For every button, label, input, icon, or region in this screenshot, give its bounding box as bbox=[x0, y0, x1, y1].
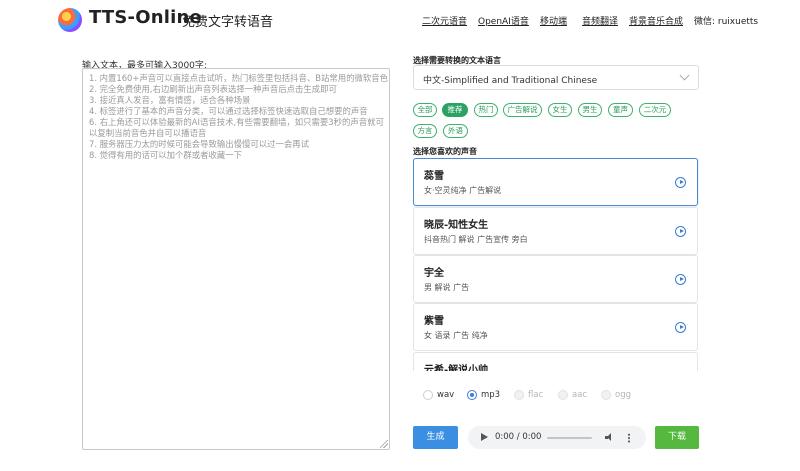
tag-ad-narration[interactable]: 广告解说 bbox=[503, 103, 542, 117]
voice-tags: 男 解说 广告 bbox=[424, 283, 470, 292]
format-radio-aac[interactable] bbox=[558, 390, 568, 400]
format-label-aac: aac bbox=[572, 390, 588, 400]
language-selected-value: 中文-Simplified and Traditional Chinese bbox=[423, 76, 598, 86]
nav-bgm-synthesis[interactable]: 背景音乐合成 bbox=[629, 14, 683, 27]
placeholder-line: 6. 右上角还可以体验最新的AI语音技术,有些需要翻墙，如只需要3秒的声音就可 bbox=[89, 117, 384, 127]
voice-card[interactable]: 云希-解说小帅 bbox=[413, 352, 698, 371]
tag-dialect[interactable]: 方言 bbox=[413, 124, 437, 138]
format-label-wav: wav bbox=[437, 390, 455, 400]
tag-child[interactable]: 童声 bbox=[608, 103, 633, 117]
download-button[interactable]: 下载 bbox=[655, 426, 699, 449]
nav-openai-voice[interactable]: OpenAI语音 bbox=[478, 14, 529, 27]
voice-card[interactable]: 宇全 男 解说 广告 bbox=[413, 255, 698, 303]
voice-name: 宇全 bbox=[424, 268, 444, 279]
audio-time: 0:00 / 0:00 bbox=[495, 432, 542, 442]
format-radio-wav[interactable] bbox=[423, 390, 433, 400]
placeholder-line: 2. 完全免费使用,右边刷新出声音列表选择一种声音后点击生成即可 bbox=[89, 84, 337, 94]
placeholder-line: 以复制当前音色并自可以播语音 bbox=[89, 128, 207, 138]
header: TTS-Online 免费文字转语音 二次元语音 OpenAI语音 移动端 音频… bbox=[0, 0, 800, 40]
audio-play-icon[interactable] bbox=[481, 433, 488, 441]
format-label-mp3: mp3 bbox=[481, 390, 501, 400]
nav-mobile[interactable]: 移动端 bbox=[540, 14, 567, 27]
voice-section-title: 选择您喜欢的声音 bbox=[413, 147, 477, 156]
generate-button[interactable]: 生成 bbox=[413, 426, 458, 449]
placeholder-line: 3. 接近真人发音，富有情感，适合各种场景 bbox=[89, 95, 251, 105]
brand-subtitle: 免费文字转语音 bbox=[182, 15, 274, 30]
nav-anime-voice[interactable]: 二次元语音 bbox=[422, 14, 467, 27]
tag-anime[interactable]: 二次元 bbox=[639, 103, 671, 117]
format-radio-mp3[interactable] bbox=[467, 390, 477, 400]
resize-handle-icon[interactable] bbox=[380, 440, 388, 448]
chevron-down-icon bbox=[679, 70, 690, 81]
voice-name: 晓辰-知性女生 bbox=[424, 220, 489, 231]
play-icon[interactable] bbox=[675, 274, 686, 285]
placeholder-line: 8. 觉得有用的话可以加个群或者收藏一下 bbox=[89, 150, 243, 160]
format-label-flac: flac bbox=[528, 390, 544, 400]
placeholder-line: 1. 内置160+声音可以直接点击试听，热门标签里包括抖音、B站常用的微软音色 bbox=[89, 73, 389, 83]
audio-progress-slider[interactable] bbox=[547, 437, 592, 439]
placeholder-line: 4. 标签进行了基本的声音分类，可以通过选择标签快速选取自己想要的声音 bbox=[89, 106, 368, 116]
voice-card[interactable]: 蕊雪 女·空灵纯净 广告解说 bbox=[413, 158, 698, 206]
voice-list[interactable]: 蕊雪 女·空灵纯净 广告解说 晓辰-知性女生 抖音热门 解说 广告宣传 旁白 宇… bbox=[413, 158, 699, 371]
nav-audio-translate[interactable]: 音频翻译 bbox=[582, 14, 618, 27]
voice-card[interactable]: 紫雪 女 语录 广告 纯净 bbox=[413, 303, 698, 351]
play-icon[interactable] bbox=[675, 226, 686, 237]
play-icon[interactable] bbox=[675, 177, 686, 188]
voice-tags: 抖音热门 解说 广告宣传 旁白 bbox=[424, 235, 528, 244]
play-icon[interactable] bbox=[675, 322, 686, 333]
wechat-contact: 微信: ruixuetts bbox=[694, 17, 759, 27]
text-input[interactable]: 1. 内置160+声音可以直接点击试听，热门标签里包括抖音、B站常用的微软音色 … bbox=[82, 68, 390, 450]
voice-name: 紫雪 bbox=[424, 316, 444, 327]
language-select[interactable]: 中文-Simplified and Traditional Chinese bbox=[413, 65, 699, 90]
placeholder-line: 7. 服务器压力太的时候可能会导致输出慢慢可以过一会再试 bbox=[89, 139, 310, 149]
format-radio-flac[interactable] bbox=[514, 390, 524, 400]
audio-player[interactable]: 0:00 / 0:00 bbox=[468, 426, 646, 449]
logo-icon[interactable] bbox=[58, 8, 82, 32]
tag-foreign[interactable]: 外语 bbox=[443, 124, 468, 138]
voice-name: 蕊雪 bbox=[424, 171, 444, 182]
volume-icon[interactable] bbox=[605, 433, 615, 442]
voice-tags: 女·空灵纯净 广告解说 bbox=[424, 186, 502, 195]
voice-name: 云希-解说小帅 bbox=[424, 365, 489, 371]
tag-all[interactable]: 全部 bbox=[413, 103, 437, 117]
voice-card[interactable]: 晓辰-知性女生 抖音热门 解说 广告宣传 旁白 bbox=[413, 207, 698, 255]
more-options-icon[interactable] bbox=[628, 433, 630, 443]
voice-tags: 女 语录 广告 纯净 bbox=[424, 331, 488, 340]
tag-male[interactable]: 男生 bbox=[578, 103, 602, 117]
tag-recommended[interactable]: 推荐 bbox=[442, 103, 468, 117]
tag-popular[interactable]: 热门 bbox=[474, 103, 498, 117]
format-radio-ogg[interactable] bbox=[601, 390, 611, 400]
tag-female[interactable]: 女生 bbox=[548, 103, 572, 117]
format-label-ogg: ogg bbox=[615, 390, 631, 400]
